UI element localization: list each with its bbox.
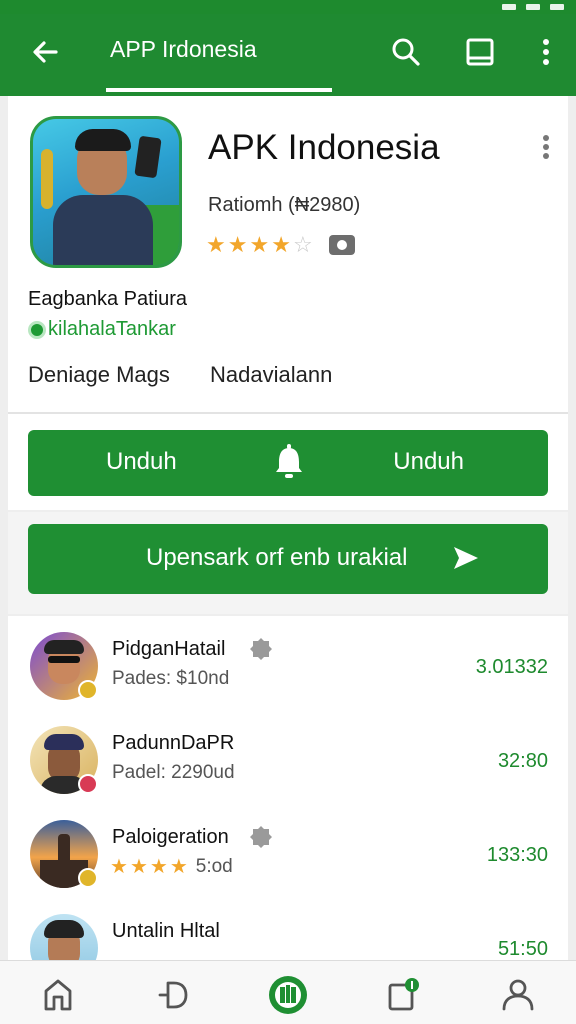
secondary-button-label: Upensark orf enb urakial — [146, 544, 408, 571]
active-tab-indicator — [106, 88, 332, 92]
verified-badge-icon — [78, 868, 98, 888]
list-item-subtitle: Pades: $10nd — [112, 668, 230, 689]
status-bar — [0, 0, 576, 14]
list-item-rating: ★ ★ ★ ★ 5:od — [110, 856, 233, 878]
back-arrow-icon[interactable] — [26, 32, 66, 72]
app-rating: ★ ★ ★ ★ ☆ — [206, 234, 355, 256]
primary-action-card: Unduh Unduh — [8, 414, 568, 510]
download-button-right-label: Unduh — [393, 448, 464, 475]
list-item-value: 133:30 — [486, 844, 548, 866]
developer-link[interactable]: kilahalaTankar — [48, 318, 176, 341]
app-more-icon[interactable] — [536, 132, 556, 162]
app-info-card: APK Indonesia Ratiomh (₦2980) ★ ★ ★ ★ ☆ … — [8, 96, 568, 412]
list-item-subtitle: Padel: 2290ud — [112, 762, 235, 783]
download-button-left-label: Unduh — [106, 448, 177, 475]
bookmark-icon[interactable] — [460, 32, 500, 72]
list-item-name: Paloigeration — [112, 826, 229, 848]
status-badge-icon — [78, 774, 98, 794]
verified-badge-icon — [78, 680, 98, 700]
app-list: PidganHatail Pades: $10nd 3.01332 Padunn… — [8, 616, 568, 960]
list-item[interactable]: PidganHatail Pades: $10nd 3.01332 — [8, 616, 568, 710]
list-item[interactable]: Paloigeration ★ ★ ★ ★ 5:od 133:30 — [8, 804, 568, 898]
bottom-navigation — [0, 960, 576, 1024]
home-icon[interactable] — [38, 975, 78, 1015]
star-icon: ★ — [206, 232, 226, 257]
download-button[interactable]: Unduh Unduh — [28, 430, 548, 496]
list-item[interactable]: Untalin Hltal 51:50 — [8, 898, 568, 960]
meta-left: Deniage Mags — [28, 362, 170, 387]
send-icon — [454, 547, 478, 569]
secondary-action-card: Upensark orf enb urakial — [8, 512, 568, 614]
list-item-value: 32:80 — [497, 750, 548, 772]
app-bar-title: APP Irdonesia — [110, 36, 257, 62]
app-bar: APP Irdonesia — [0, 14, 576, 96]
signal-icon — [502, 4, 516, 10]
battery-icon — [550, 4, 564, 10]
list-item-name: PidganHatail — [112, 638, 226, 660]
star-icon: ★ — [169, 856, 188, 878]
more-vert-icon[interactable] — [526, 32, 566, 72]
star-icon: ★ — [227, 232, 248, 257]
app-subtitle: Ratiomh (₦2980) — [208, 194, 361, 216]
list-item-name: Untalin Hltal — [112, 920, 220, 942]
list-item-value: 3.01332 — [475, 656, 548, 678]
profile-icon[interactable] — [498, 975, 538, 1015]
list-item-name: PadunnDaPR — [112, 732, 235, 754]
developer-link-row[interactable]: kilahalaTankar — [28, 318, 176, 341]
star-icon: ★ — [249, 232, 270, 257]
star-empty-icon: ☆ — [292, 232, 313, 257]
meta-right: Nadavialann — [210, 362, 333, 387]
verified-seal-icon — [250, 638, 272, 660]
bell-icon — [276, 444, 302, 478]
screenshot-icon[interactable] — [328, 235, 355, 255]
star-icon: ★ — [149, 856, 168, 878]
developer-badge-icon — [28, 320, 46, 339]
secondary-button[interactable]: Upensark orf enb urakial — [28, 524, 548, 594]
verified-seal-icon — [250, 826, 272, 848]
search-icon[interactable] — [386, 32, 426, 72]
avatar — [30, 914, 98, 960]
star-icon: ★ — [271, 232, 291, 257]
app-title: APK Indonesia — [208, 128, 440, 167]
list-item-subtitle: 5:od — [195, 856, 233, 877]
apps-icon[interactable] — [266, 973, 310, 1017]
star-icon: ★ — [110, 856, 128, 878]
list-item-value: 51:50 — [497, 938, 548, 960]
star-icon: ★ — [129, 856, 148, 878]
list-item[interactable]: PadunnDaPR Padel: 2290ud 32:80 — [8, 710, 568, 804]
updates-icon[interactable] — [384, 975, 424, 1015]
wifi-icon — [526, 4, 540, 10]
app-icon-image — [30, 116, 182, 268]
status-icons — [502, 0, 564, 14]
games-icon[interactable] — [154, 975, 194, 1015]
developer-name: Eagbanka Patiura — [28, 288, 188, 310]
